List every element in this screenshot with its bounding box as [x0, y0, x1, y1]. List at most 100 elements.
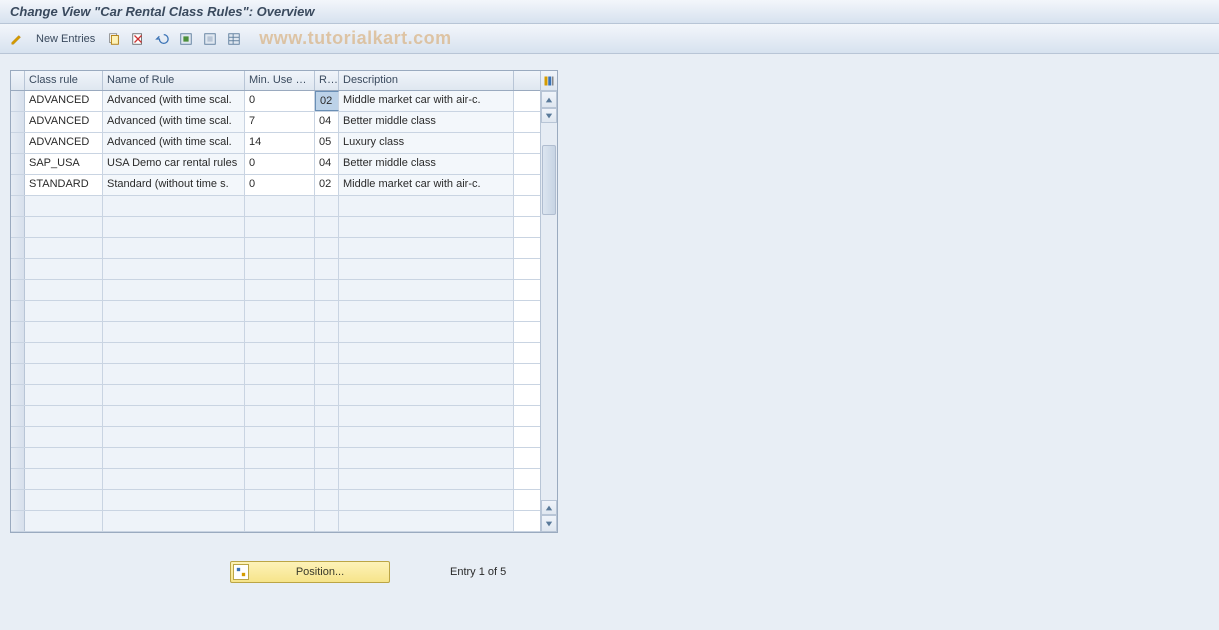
cell-class-rule[interactable]	[25, 406, 103, 426]
cell-r[interactable]	[315, 448, 339, 468]
col-header-description[interactable]: Description	[339, 71, 514, 90]
row-selector[interactable]	[11, 301, 25, 321]
select-all-icon[interactable]	[177, 30, 195, 48]
table-row-empty[interactable]	[11, 280, 540, 301]
cell-r[interactable]	[315, 427, 339, 447]
table-row-empty[interactable]	[11, 259, 540, 280]
table-row-empty[interactable]	[11, 406, 540, 427]
cell-min-use[interactable]	[245, 238, 315, 258]
cell-class-rule[interactable]: ADVANCED	[25, 133, 103, 153]
scrollbar-thumb[interactable]	[542, 145, 556, 215]
cell-class-rule[interactable]	[25, 469, 103, 489]
cell-r[interactable]: 04	[315, 154, 339, 174]
table-row[interactable]: ADVANCEDAdvanced (with time scal.002Midd…	[11, 91, 540, 112]
cell-r[interactable]	[315, 385, 339, 405]
vertical-scrollbar[interactable]	[540, 71, 557, 532]
table-row[interactable]: SAP_USAUSA Demo car rental rules004Bette…	[11, 154, 540, 175]
delete-icon[interactable]	[129, 30, 147, 48]
table-row-empty[interactable]	[11, 238, 540, 259]
cell-class-rule[interactable]	[25, 385, 103, 405]
row-selector[interactable]	[11, 364, 25, 384]
cell-min-use[interactable]	[245, 301, 315, 321]
cell-r[interactable]	[315, 364, 339, 384]
table-row-empty[interactable]	[11, 490, 540, 511]
cell-r[interactable]	[315, 217, 339, 237]
row-selector[interactable]	[11, 196, 25, 216]
cell-class-rule[interactable]	[25, 259, 103, 279]
cell-min-use[interactable]	[245, 385, 315, 405]
cell-class-rule[interactable]	[25, 196, 103, 216]
table-settings-icon[interactable]	[225, 30, 243, 48]
position-button[interactable]: Position...	[230, 561, 390, 583]
cell-min-use[interactable]: 0	[245, 154, 315, 174]
cell-r[interactable]	[315, 301, 339, 321]
cell-class-rule[interactable]: ADVANCED	[25, 112, 103, 132]
row-selector[interactable]	[11, 259, 25, 279]
cell-min-use[interactable]	[245, 469, 315, 489]
col-header-min-use[interactable]: Min. Use D...	[245, 71, 315, 90]
copy-icon[interactable]	[105, 30, 123, 48]
cell-r[interactable]	[315, 238, 339, 258]
table-row-empty[interactable]	[11, 343, 540, 364]
table-row-empty[interactable]	[11, 322, 540, 343]
cell-class-rule[interactable]	[25, 322, 103, 342]
new-entries-button[interactable]: New Entries	[32, 33, 99, 45]
table-row-empty[interactable]	[11, 301, 540, 322]
col-header-r[interactable]: R...	[315, 71, 339, 90]
row-selector[interactable]	[11, 469, 25, 489]
cell-min-use[interactable]	[245, 322, 315, 342]
table-row[interactable]: STANDARDStandard (without time s.002Midd…	[11, 175, 540, 196]
cell-class-rule[interactable]	[25, 490, 103, 510]
cell-class-rule[interactable]	[25, 448, 103, 468]
table-row-empty[interactable]	[11, 196, 540, 217]
table-row-empty[interactable]	[11, 511, 540, 532]
cell-class-rule[interactable]: STANDARD	[25, 175, 103, 195]
cell-min-use[interactable]: 7	[245, 112, 315, 132]
row-selector[interactable]	[11, 343, 25, 363]
cell-class-rule[interactable]	[25, 280, 103, 300]
cell-r[interactable]: 02	[315, 91, 339, 111]
cell-class-rule[interactable]	[25, 511, 103, 531]
cell-r[interactable]	[315, 280, 339, 300]
cell-r[interactable]	[315, 196, 339, 216]
col-header-name[interactable]: Name of Rule	[103, 71, 245, 90]
cell-class-rule[interactable]: SAP_USA	[25, 154, 103, 174]
cell-min-use[interactable]	[245, 343, 315, 363]
cell-class-rule[interactable]	[25, 364, 103, 384]
scroll-down-page-button[interactable]	[541, 500, 557, 515]
cell-r[interactable]	[315, 469, 339, 489]
cell-min-use[interactable]	[245, 448, 315, 468]
table-row-empty[interactable]	[11, 217, 540, 238]
row-selector[interactable]	[11, 490, 25, 510]
cell-min-use[interactable]	[245, 259, 315, 279]
row-selector[interactable]	[11, 406, 25, 426]
toggle-display-change-icon[interactable]	[8, 30, 26, 48]
row-selector[interactable]	[11, 385, 25, 405]
row-selector[interactable]	[11, 133, 25, 153]
scrollbar-track[interactable]	[541, 123, 557, 500]
cell-r[interactable]	[315, 511, 339, 531]
row-selector[interactable]	[11, 448, 25, 468]
table-row-empty[interactable]	[11, 448, 540, 469]
cell-min-use[interactable]	[245, 196, 315, 216]
cell-min-use[interactable]: 0	[245, 175, 315, 195]
undo-icon[interactable]	[153, 30, 171, 48]
cell-min-use[interactable]	[245, 217, 315, 237]
row-selector[interactable]	[11, 112, 25, 132]
cell-r[interactable]	[315, 490, 339, 510]
select-all-header[interactable]	[11, 71, 25, 90]
cell-r[interactable]	[315, 259, 339, 279]
table-row-empty[interactable]	[11, 364, 540, 385]
col-header-class-rule[interactable]: Class rule	[25, 71, 103, 90]
row-selector[interactable]	[11, 91, 25, 111]
row-selector[interactable]	[11, 427, 25, 447]
cell-min-use[interactable]	[245, 280, 315, 300]
cell-r[interactable]: 04	[315, 112, 339, 132]
deselect-all-icon[interactable]	[201, 30, 219, 48]
table-row[interactable]: ADVANCEDAdvanced (with time scal.1405Lux…	[11, 133, 540, 154]
cell-class-rule[interactable]: ADVANCED	[25, 91, 103, 111]
scroll-up-button-2[interactable]	[541, 108, 557, 123]
cell-min-use[interactable]: 0	[245, 91, 315, 111]
cell-class-rule[interactable]	[25, 301, 103, 321]
cell-min-use[interactable]	[245, 364, 315, 384]
